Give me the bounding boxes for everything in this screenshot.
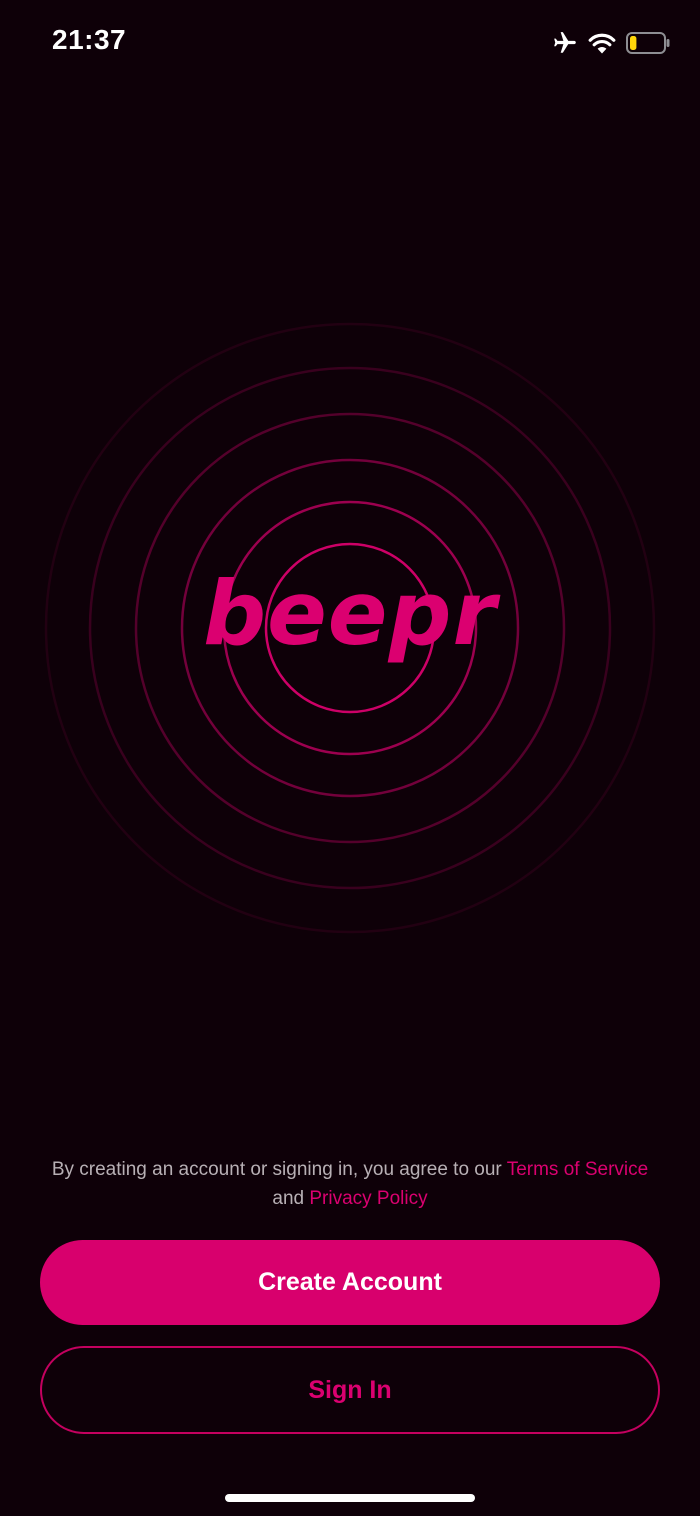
sign-in-label: Sign In xyxy=(308,1375,392,1404)
welcome-screen: 21:37 beepr By creating an account or si… xyxy=(0,0,700,1516)
legal-prefix: By creating an account or signing in, yo… xyxy=(51,1159,507,1180)
battery-icon xyxy=(626,32,670,54)
logo-area: beepr xyxy=(0,300,700,960)
battery-level xyxy=(630,36,637,50)
beepr-logo: beepr xyxy=(203,562,497,665)
privacy-policy-link[interactable]: Privacy Policy xyxy=(309,1188,427,1209)
terms-of-service-link[interactable]: Terms of Service xyxy=(507,1159,648,1180)
wifi-icon xyxy=(588,32,616,54)
status-icons xyxy=(552,28,670,58)
legal-agreement-text: By creating an account or signing in, yo… xyxy=(50,1155,650,1213)
create-account-button[interactable]: Create Account xyxy=(40,1240,660,1325)
create-account-label: Create Account xyxy=(258,1268,442,1296)
sign-in-button[interactable]: Sign In xyxy=(40,1346,660,1434)
home-indicator[interactable] xyxy=(225,1494,475,1502)
legal-conjunction: and xyxy=(272,1188,310,1209)
status-time: 21:37 xyxy=(52,24,127,55)
airplane-icon xyxy=(552,30,578,56)
status-bar: 21:37 xyxy=(0,0,700,84)
